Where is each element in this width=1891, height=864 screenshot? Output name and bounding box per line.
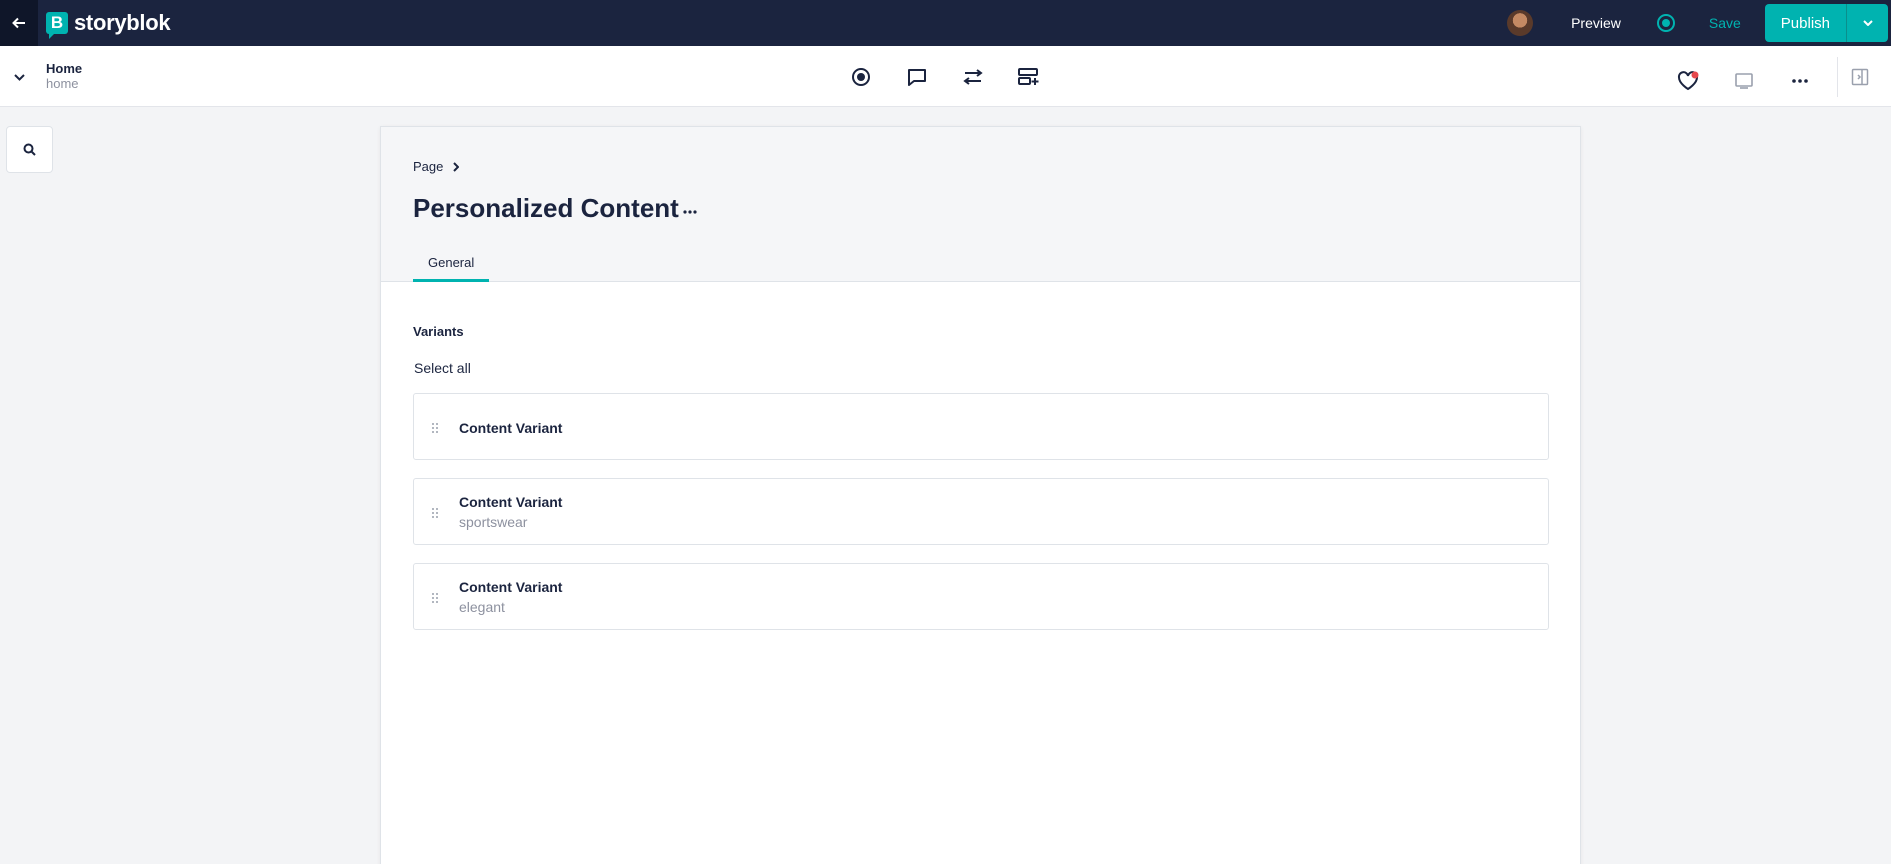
preview-button[interactable]: Preview (1571, 15, 1621, 31)
heart-icon (1677, 70, 1699, 90)
variant-item[interactable]: Content Variant (413, 393, 1549, 460)
storyblok-logo-icon: B (46, 12, 68, 39)
publish-options-button[interactable] (1846, 4, 1888, 42)
drag-handle-icon[interactable] (431, 507, 439, 519)
panel-header: Page Personalized Content General (381, 127, 1580, 282)
variant-title: Content Variant (459, 579, 563, 595)
story-slug: home (46, 76, 79, 91)
more-options-button[interactable] (1787, 68, 1813, 94)
variant-title: Content Variant (459, 420, 563, 436)
avatar[interactable] (1507, 10, 1534, 36)
publish-button[interactable]: Publish (1764, 4, 1846, 42)
field-label: Variants (413, 324, 464, 339)
settings-button[interactable] (960, 64, 986, 90)
logo[interactable]: B storyblok (46, 10, 171, 39)
chevron-right-icon (453, 161, 460, 172)
add-block-icon (1018, 68, 1039, 85)
drag-handle-icon[interactable] (431, 422, 439, 434)
story-name[interactable]: Home (46, 61, 82, 76)
search-button[interactable] (6, 126, 53, 173)
logo-text: storyblok (74, 10, 171, 35)
sidebar-toggle-button[interactable] (1837, 57, 1881, 97)
variant-item[interactable]: Content Variant elegant (413, 563, 1549, 630)
content-editor-panel: Page Personalized Content General Varian… (380, 126, 1581, 864)
editor-toolbar: Home home (0, 46, 1891, 107)
chevron-down-icon (14, 74, 25, 81)
top-bar: B storyblok Preview Save Publish (0, 0, 1891, 46)
more-icon (683, 210, 697, 214)
variant-item[interactable]: Content Variant sportswear (413, 478, 1549, 545)
add-block-button[interactable] (1016, 64, 1042, 90)
device-preview-icon (1735, 72, 1753, 89)
more-icon (1792, 78, 1808, 83)
visual-editor-icon (852, 68, 870, 86)
title-more-button[interactable] (683, 201, 697, 219)
select-all-button[interactable]: Select all (414, 360, 471, 376)
story-menu-toggle[interactable] (14, 68, 25, 86)
chevron-down-icon (1862, 20, 1873, 26)
variant-subtitle: elegant (459, 599, 505, 615)
back-arrow-icon (12, 17, 25, 29)
breadcrumb[interactable]: Page (413, 159, 460, 174)
save-button[interactable]: Save (1709, 15, 1741, 31)
breadcrumb-item[interactable]: Page (413, 159, 443, 174)
tab-general[interactable]: General (413, 245, 490, 282)
device-preview-button[interactable] (1731, 68, 1757, 94)
drag-handle-icon[interactable] (431, 592, 439, 604)
search-icon (23, 143, 36, 156)
visual-editor-button[interactable] (848, 64, 874, 90)
comments-icon (908, 69, 926, 86)
back-button[interactable] (0, 0, 38, 46)
favorites-button[interactable] (1675, 68, 1701, 94)
settings-sliders-icon (963, 69, 983, 85)
comments-button[interactable] (904, 64, 930, 90)
page-title: Personalized Content (413, 193, 679, 223)
sidebar-toggle-icon (1851, 68, 1868, 86)
variant-subtitle: sportswear (459, 514, 528, 530)
variant-title: Content Variant (459, 494, 563, 510)
status-dot-icon[interactable] (1656, 14, 1675, 32)
